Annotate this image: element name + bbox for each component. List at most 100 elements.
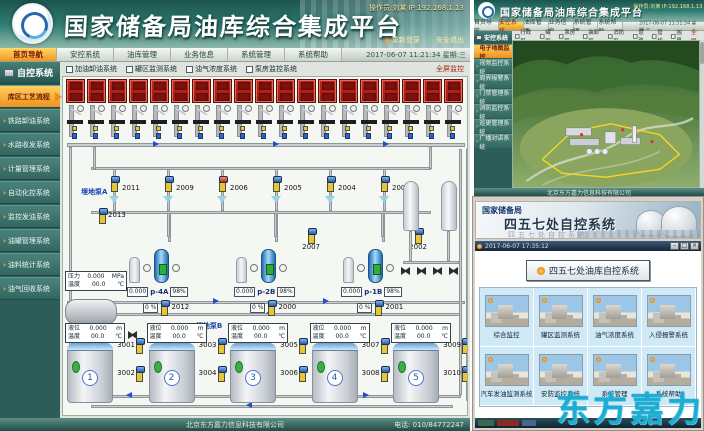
loading-arm[interactable] xyxy=(444,105,463,143)
tank-outlet-valve[interactable]: 3002 xyxy=(117,365,143,382)
motor-valve[interactable]: 2013 xyxy=(99,207,126,224)
taskbar-item[interactable] xyxy=(497,420,519,426)
sidebar-item[interactable]: › 巡更管理系统 xyxy=(474,119,512,133)
nav-tab[interactable]: 业务信息 xyxy=(171,48,228,61)
sidebar-item[interactable]: › 门禁管理系统 xyxy=(474,89,512,103)
sidebar-item[interactable]: › 电子地图监控 xyxy=(474,44,512,58)
checkbox-icon[interactable] xyxy=(126,66,133,73)
checkbox-icon[interactable] xyxy=(652,33,657,38)
logout-link[interactable]: ↻ 安全退出 xyxy=(428,35,464,45)
loading-arm[interactable] xyxy=(150,105,169,143)
sidebar-item[interactable]: › 油料统计系统 xyxy=(0,253,60,276)
loading-arm[interactable] xyxy=(297,105,316,143)
pump-station[interactable]: 0.000 p-4A 98% 0 % 2012 xyxy=(127,225,213,317)
checkbox-icon[interactable] xyxy=(671,33,676,38)
loading-arm[interactable] xyxy=(255,105,274,143)
sidebar-item[interactable]: › 计量管理系统 xyxy=(0,157,60,180)
loading-arm[interactable] xyxy=(66,105,85,143)
sidebar-item[interactable]: › 油气回收系统 xyxy=(0,277,60,300)
sidebar-item[interactable]: › 油罐管理系统 xyxy=(0,229,60,252)
sidebar-item[interactable]: › 库区工艺流程 xyxy=(0,85,60,108)
sidebar-item[interactable]: › 自动化控系统 xyxy=(0,181,60,204)
layer-checkbox[interactable]: 罐区监测系统 xyxy=(126,64,177,74)
close-button[interactable] xyxy=(690,242,699,250)
checkbox-icon[interactable] xyxy=(186,66,193,73)
sidebar-item[interactable]: › 广播对讲系统 xyxy=(474,134,512,148)
loading-arm[interactable] xyxy=(423,105,442,143)
nav-tab[interactable]: 油库管理 xyxy=(114,48,171,61)
storage-tank-unit[interactable]: 液位0.000m 温度00.0℃ 1 3001 xyxy=(65,323,143,416)
checkbox-icon[interactable] xyxy=(515,33,520,38)
tank-outlet-valve[interactable]: 3006 xyxy=(280,365,306,382)
layer-checkbox[interactable]: 泵房监控系统 xyxy=(246,64,297,74)
system-tile[interactable]: 入侵报警系统 xyxy=(642,288,696,347)
loading-arm[interactable] xyxy=(234,105,253,143)
tank-outlet-valve[interactable]: 3008 xyxy=(362,365,388,382)
fullscreen-link[interactable]: 全屏监控 xyxy=(436,64,464,74)
sidebar-item[interactable]: › 铁路卸油系统 xyxy=(0,109,60,132)
system-tile[interactable]: 汽车发油监测系统 xyxy=(480,347,534,406)
system-tile[interactable]: 罐区监测系统 xyxy=(534,288,588,347)
storage-tank-unit[interactable]: 液位0.000m 温度00.0℃ 4 3007 xyxy=(310,323,388,416)
loading-arm[interactable] xyxy=(276,105,295,143)
nav-tab[interactable]: 首页导航 xyxy=(474,22,499,30)
side-valve[interactable]: 2007 xyxy=(302,227,320,251)
depot-system-button[interactable]: 四五七处油库自控系统 xyxy=(526,260,650,281)
storage-tank-unit[interactable]: 液位0.000m 温度00.0℃ 5 3009 xyxy=(391,323,468,416)
nav-tab[interactable]: 首页导航 xyxy=(0,48,57,61)
minimize-button[interactable] xyxy=(670,242,679,250)
storage-tank-unit[interactable]: 液位0.000m 温度00.0℃ 3 3005 xyxy=(228,323,306,416)
storage-tank-unit[interactable]: 液位0.000m 温度00.0℃ 2 3003 xyxy=(147,323,225,416)
nav-tab[interactable]: 安控系统 xyxy=(57,48,114,61)
relogin-link[interactable]: ▲ 重新登录 xyxy=(384,35,420,45)
nav-tab[interactable]: 系统帮助 xyxy=(285,48,342,61)
loading-arm[interactable] xyxy=(108,105,127,143)
sidebar-item[interactable]: › 水路收发系统 xyxy=(0,133,60,156)
pump-station[interactable]: 2007 0.000 p-2B xyxy=(234,225,320,317)
discharge-valve[interactable]: 0 % 2000 xyxy=(250,299,296,316)
loading-arm[interactable] xyxy=(360,105,379,143)
loading-arm[interactable] xyxy=(381,105,400,143)
sidebar-item[interactable]: › 消防监控系统 xyxy=(474,104,512,118)
system-tile[interactable]: 油气浓度系统 xyxy=(588,288,642,347)
checkbox-icon[interactable] xyxy=(246,66,253,73)
taskbar-item[interactable] xyxy=(478,420,494,426)
system-tile[interactable]: 综合监控 xyxy=(480,288,534,347)
loading-arm[interactable] xyxy=(87,105,106,143)
checkbox-icon[interactable] xyxy=(540,33,545,38)
loading-arm[interactable] xyxy=(339,105,358,143)
tank-outlet-valve[interactable]: 3010 xyxy=(443,365,468,382)
layer-checkbox[interactable]: 加油卸油系统 xyxy=(66,64,117,74)
checkbox-icon[interactable] xyxy=(583,33,588,38)
tank-outlet-valve[interactable]: 3004 xyxy=(199,365,225,382)
manual-valve-icon[interactable] xyxy=(449,267,458,275)
loading-arm[interactable] xyxy=(402,105,421,143)
checkbox-icon[interactable] xyxy=(66,66,73,73)
maximize-button[interactable] xyxy=(680,242,689,250)
motor-valve[interactable]: 2005 xyxy=(269,169,299,211)
loading-arm[interactable] xyxy=(171,105,190,143)
taskbar-item[interactable] xyxy=(522,420,536,426)
loading-arm[interactable] xyxy=(192,105,211,143)
motor-valve[interactable]: 2004 xyxy=(323,169,353,211)
sidebar-item[interactable]: › 视频监控系统 xyxy=(474,59,512,73)
sidebar-item[interactable]: › 周界报警系统 xyxy=(474,74,512,88)
motor-valve[interactable]: 2009 xyxy=(161,169,191,211)
checkbox-icon[interactable] xyxy=(559,33,564,38)
sidebar-item[interactable]: › 监控发油系统 xyxy=(0,205,60,228)
checkbox-icon[interactable] xyxy=(608,33,613,38)
manual-valve-icon[interactable] xyxy=(433,267,442,275)
terrain-map-view[interactable] xyxy=(512,40,700,188)
loading-arm[interactable] xyxy=(213,105,232,143)
motor-valve[interactable]: 2006 xyxy=(215,169,245,211)
manual-valve-icon[interactable] xyxy=(417,267,426,275)
loading-arm[interactable] xyxy=(129,105,148,143)
manual-valve-icon[interactable] xyxy=(401,267,410,275)
discharge-valve[interactable]: 0 % 2001 xyxy=(357,299,403,316)
checkbox-icon[interactable] xyxy=(633,33,638,38)
map-scrollbar[interactable] xyxy=(700,40,704,188)
loading-arm[interactable] xyxy=(318,105,337,143)
nav-tab[interactable]: 系统管理 xyxy=(228,48,285,61)
layer-checkbox[interactable]: 油气浓度系统 xyxy=(186,64,237,74)
discharge-valve[interactable]: 0 % 2012 xyxy=(143,299,189,316)
